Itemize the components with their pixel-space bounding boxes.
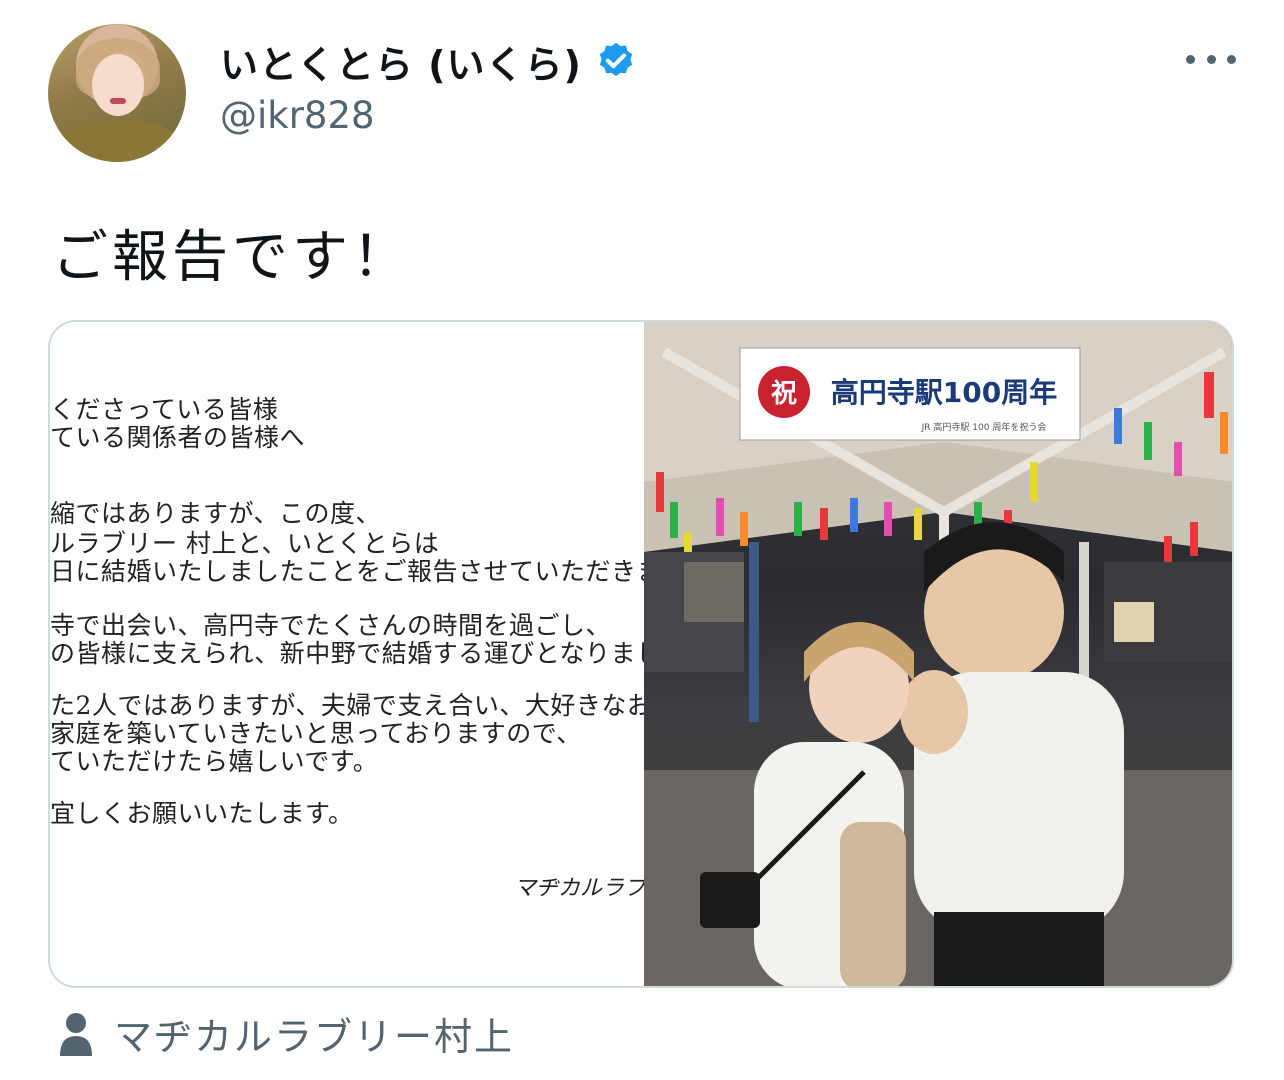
verified-badge-icon[interactable] [594,40,638,84]
letter-signature: マヂカルラブ [514,876,644,901]
tagged-user-name[interactable]: マヂカルラブリー村上 [114,1006,514,1061]
profile-avatar[interactable] [48,24,186,162]
avatar-body [58,120,178,162]
person-icon [60,1012,92,1056]
letter-line: ている関係者の皆様へ [50,423,306,452]
avatar-face [92,54,144,116]
user-handle[interactable]: @ikr828 [220,94,375,137]
tagged-user[interactable]: マヂカルラブリー村上 [58,1006,514,1061]
display-name[interactable]: いとくとら (いくら) [220,34,582,89]
tweet-text: ご報告です！ [52,225,412,290]
photo-illustration: 祝 高円寺駅100周年 JR 高円寺駅 100 周年を祝う会 [643,322,1232,986]
couple-photo[interactable]: 祝 高円寺駅100周年 JR 高円寺駅 100 周年を祝う会 [643,322,1232,986]
letter-line: の皆様に支えられ、新中野で結婚する運びとなりました [50,639,644,668]
letter-line: 宜しくお願いいたします。 [50,799,354,828]
letter-line: 日に結婚いたしましたことをご報告させていただきます。 [50,557,644,586]
banner-subtitle: JR 高円寺駅 100 周年を祝う会 [921,421,1047,433]
announcement-letter-image[interactable]: くださっている皆様 ている関係者の皆様へ 縮ではありますが、この度、 ルラブリー… [50,322,644,986]
letter-line: ていただけたら嬉しいです。 [50,747,379,776]
display-name-row[interactable]: いとくとら (いくら) [220,34,638,89]
banner-badge: 祝 [771,379,797,409]
tweet-media[interactable]: くださっている皆様 ている関係者の皆様へ 縮ではありますが、この度、 ルラブリー… [48,320,1234,988]
more-options-icon[interactable] [1186,44,1236,74]
avatar-lips [110,98,126,104]
banner-title: 高円寺駅100周年 [831,376,1057,409]
